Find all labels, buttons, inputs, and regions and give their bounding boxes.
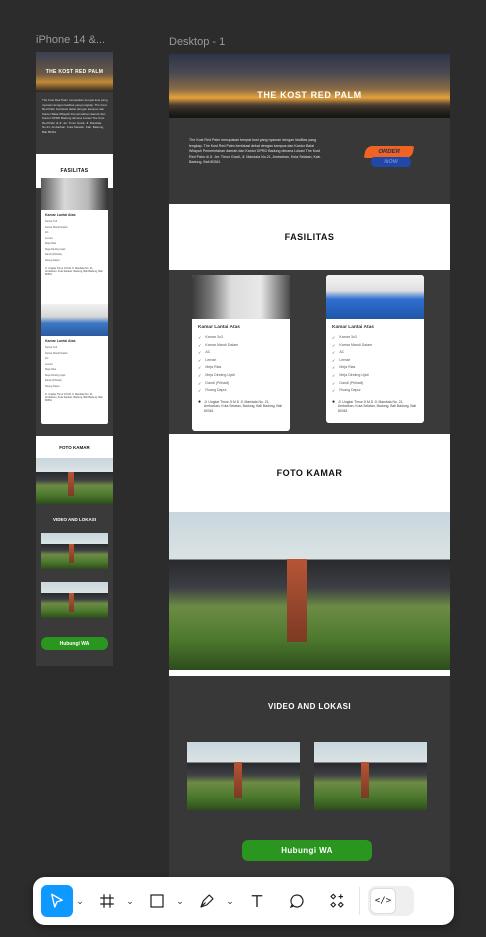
mobile-foto-section: FOTO KAMAR: [36, 436, 113, 504]
room-photo: [41, 304, 108, 336]
chevron-down-icon[interactable]: ⌄: [173, 896, 187, 907]
mobile-video-heading: VIDEO AND LOKASI: [52, 517, 97, 522]
facility-cards: Kamar Lantai Atas ✓ Kamar 3x3 ✓ Kamar Mand…: [169, 270, 450, 434]
frame-icon[interactable]: [91, 885, 123, 917]
facility-item: ✓ Dandi (Pribadi): [198, 380, 230, 386]
check-icon: ✓: [198, 357, 202, 363]
hero-title: THE KOST RED PALM: [257, 90, 362, 100]
location-pin-icon: ●: [332, 398, 336, 405]
check-icon: ✓: [332, 388, 336, 394]
mobile-card-2: Kamar Lantai Atas Kamar 3x3 Kamar Mandi …: [41, 304, 108, 424]
mobile-foto-heading: FOTO KAMAR: [36, 436, 113, 458]
card-title: Kamar Lantai Atas: [45, 213, 76, 217]
text-icon[interactable]: [241, 885, 273, 917]
facility-item: ✓ Dandi (Pribadi): [332, 380, 364, 386]
hero-banner: [169, 54, 450, 118]
mobile-video-thumb[interactable]: [41, 582, 108, 618]
check-icon: ✓: [198, 388, 202, 394]
location-thumbnail[interactable]: [314, 742, 427, 810]
mobile-video-section: VIDEO AND LOKASI: [36, 508, 113, 522]
pen-icon[interactable]: [191, 885, 223, 917]
video-thumbnail[interactable]: [187, 742, 300, 810]
facility-list: Kamar 3x3 Kamar Mandi Dalam AC Lemari Me…: [41, 345, 108, 389]
check-icon: ✓: [332, 365, 336, 371]
dev-mode-toggle[interactable]: </>: [368, 886, 414, 916]
check-icon: ✓: [332, 335, 336, 340]
card-address: ● Jl. Ungkar Timur Jl.M.D Jl. Mandala No…: [332, 398, 417, 413]
facility-item: ✓ Meja Rias: [198, 365, 222, 371]
check-icon: ✓: [332, 357, 336, 363]
garden-photo: [169, 512, 450, 676]
frame-label-mobile[interactable]: iPhone 14 &...: [36, 34, 105, 46]
mobile-description: The Kost Red Palm merupakan tempat kost …: [42, 98, 108, 134]
now-label: NOW: [369, 157, 413, 167]
facility-list: ✓ Kamar 3x3 ✓ Kamar Mandi Dalam ✓ AC ✓ Lemar…: [326, 334, 424, 395]
mobile-frame[interactable]: THE KOST RED PALM The Kost Red Palm meru…: [36, 52, 113, 666]
toolbar-divider: [359, 887, 360, 915]
card-title: Kamar Lantai Atas: [45, 339, 76, 343]
card-title: Kamar Lantai Atas: [198, 325, 240, 330]
chevron-down-icon[interactable]: ⌄: [123, 896, 137, 907]
card-address: ● Jl. Ungkar Timur Jl.M.D Jl. Mandala No…: [198, 398, 283, 413]
facility-item: ✓ AC: [198, 350, 211, 356]
check-icon: ✓: [198, 342, 202, 348]
mobile-whatsapp-button[interactable]: Hubungi WA: [41, 637, 108, 650]
rectangle-icon[interactable]: [141, 885, 173, 917]
check-icon: ✓: [198, 372, 202, 378]
whatsapp-button[interactable]: Hubungi WA: [242, 840, 372, 861]
facility-item: ✓ Meja Rias: [332, 365, 356, 371]
facility-item: ✓ Ruang Dapur: [332, 388, 361, 394]
chevron-down-icon[interactable]: ⌄: [73, 896, 87, 907]
check-icon: ✓: [198, 365, 202, 371]
room-photo: [192, 275, 290, 319]
facility-list: Kamar 3x3 Kamar Mandi Dalam AC Lemari Me…: [41, 219, 108, 263]
facility-list: ✓ Kamar 3x3 ✓ Kamar Mandi Dalam ✓ AC ✓ Lemar…: [192, 334, 290, 395]
facility-item: ✓ AC: [332, 350, 345, 356]
card-title: Kamar Lantai Atas: [332, 325, 374, 330]
facility-item: ✓ Kamar Mandi Dalam: [198, 342, 239, 348]
facility-card-1: Kamar Lantai Atas ✓ Kamar 3x3 ✓ Kamar Mand…: [192, 275, 290, 431]
comment-icon[interactable]: [281, 885, 313, 917]
facility-item: ✓ Lemari: [198, 357, 217, 363]
components-icon[interactable]: [321, 885, 353, 917]
check-icon: ✓: [198, 350, 202, 356]
move-icon[interactable]: [41, 885, 73, 917]
facility-card-2: Kamar Lantai Atas ✓ Kamar 3x3 ✓ Kamar Mand…: [326, 275, 424, 423]
facility-item: ✓ Kamar Mandi Dalam: [332, 342, 373, 348]
facility-item: ✓ Lemari: [332, 357, 351, 363]
card-address: Jl. Ungkar Timur Jl.M.D Jl. Mandala No. …: [45, 393, 103, 402]
check-icon: ✓: [332, 350, 336, 356]
facility-item: ✓ Ruang Dapur: [198, 388, 227, 394]
mobile-video-thumb[interactable]: [41, 533, 108, 569]
mobile-hero-title: THE KOST RED PALM: [45, 69, 104, 75]
check-icon: ✓: [332, 372, 336, 378]
facility-item: ✓ Kamar 3x3: [332, 335, 357, 340]
check-icon: ✓: [198, 335, 202, 340]
foto-kamar-heading: FOTO KAMAR: [169, 434, 450, 512]
facility-item: ✓ Meja Dinding Ujati: [198, 372, 235, 378]
code-icon: </>: [370, 888, 396, 914]
location-pin-icon: ●: [198, 398, 202, 405]
mobile-garden-photo: [36, 458, 113, 504]
mobile-hero: THE KOST RED PALM: [36, 52, 113, 92]
site-description: The Kost Red Palm merupakan tempat kost …: [189, 138, 321, 165]
check-icon: ✓: [332, 380, 336, 386]
chevron-down-icon[interactable]: ⌄: [223, 896, 237, 907]
check-icon: ✓: [198, 380, 202, 386]
frame-label-desktop[interactable]: Desktop - 1: [169, 36, 225, 48]
bottom-toolbar: ⌄ ⌄ ⌄ ⌄ </>: [33, 877, 454, 925]
video-lokasi-heading: VIDEO AND LOKASI: [268, 702, 351, 711]
room-photo: [326, 275, 424, 319]
order-now-button[interactable]: ORDER NOW: [363, 146, 415, 170]
room-photo: [41, 178, 108, 210]
facility-item: ✓ Meja Dinding Ujati: [332, 372, 369, 378]
desktop-frame[interactable]: THE KOST RED PALM The Kost Red Palm meru…: [169, 54, 450, 877]
facility-item: ✓ Kamar 3x3: [198, 335, 223, 340]
card-address: Jl. Ungkar Timur Jl.M.D Jl. Mandala No. …: [45, 267, 103, 276]
fasilitas-heading: FASILITAS: [169, 204, 450, 270]
check-icon: ✓: [332, 342, 336, 348]
